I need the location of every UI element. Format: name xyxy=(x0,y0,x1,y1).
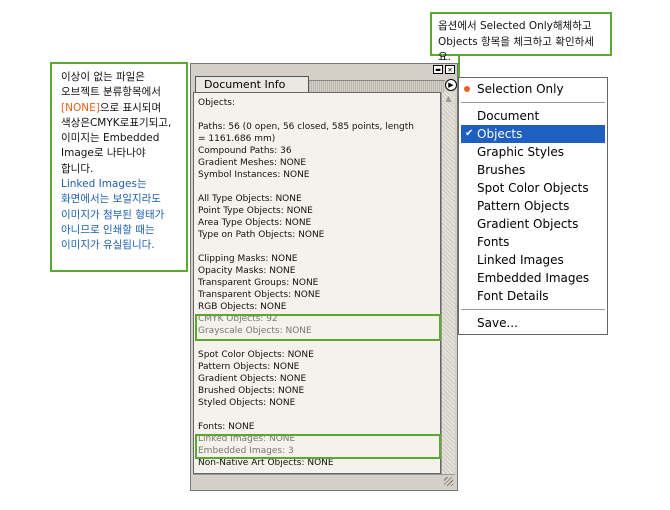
info-line: Compound Paths: 36 xyxy=(198,146,292,156)
note-line: 옵션에서 Selected Only해체하고 xyxy=(438,20,592,32)
menu-item-label: Brushes xyxy=(477,163,526,177)
menu-item-fonts[interactable]: Fonts xyxy=(459,233,607,251)
info-line: Objects: xyxy=(198,98,236,108)
menu-item-embedded-images[interactable]: Embedded Images xyxy=(459,269,607,287)
info-line: Gradient Objects: NONE xyxy=(198,374,307,384)
note-text: 으로 표시되며 xyxy=(99,101,162,114)
document-info-content: Objects: Paths: 56 (0 open, 56 closed, 58… xyxy=(193,92,441,474)
menu-item-label: Embedded Images xyxy=(477,271,590,285)
info-line xyxy=(198,409,440,421)
info-line xyxy=(198,181,440,193)
menu-item-gradient-objects[interactable]: Gradient Objects xyxy=(459,215,607,233)
info-line: Clipping Masks: NONE xyxy=(198,254,298,264)
note-line: Objects 항목을 체크하고 확인하세요. xyxy=(438,35,594,64)
panel-titlebar[interactable]: ▬ ✕ xyxy=(191,64,457,75)
note-line: 아니므로 인쇄할 때는 xyxy=(61,223,155,236)
note-line: 오브젝트 분류항목에서 xyxy=(61,86,161,99)
note-line: Linked Images는 xyxy=(61,178,147,191)
info-line xyxy=(198,109,440,121)
menu-separator xyxy=(461,309,605,310)
menu-item-label: Fonts xyxy=(477,235,510,249)
menu-item-brushes[interactable]: Brushes xyxy=(459,161,607,179)
info-line: CMYK Objects: 92 xyxy=(198,314,278,324)
info-line: Symbol Instances: NONE xyxy=(198,170,310,180)
document-info-flyout-menu: Selection Only Document ✔ Objects Graphic S… xyxy=(458,77,608,335)
info-line: Brushed Objects: NONE xyxy=(198,386,305,396)
note-line: 합니다. xyxy=(61,162,94,175)
info-line: Pattern Objects: NONE xyxy=(198,362,300,372)
info-line: = 1161.686 mm) xyxy=(198,134,276,144)
menu-item-label: Pattern Objects xyxy=(477,199,570,213)
annotation-note-left: 이상이 없는 파일은 오브젝트 분류항목에서 [NONE]으로 표시되며 색상은… xyxy=(50,62,188,272)
resize-grip-icon[interactable] xyxy=(444,477,453,486)
document-info-panel: ▬ ✕ Document Info ▶ Objects: Paths: 56 (0… xyxy=(190,63,458,491)
info-line: Non-Native Art Objects: NONE xyxy=(198,458,334,468)
menu-item-label: Gradient Objects xyxy=(477,217,579,231)
menu-item-label: Objects xyxy=(477,127,523,141)
info-line: Grayscale Objects: NONE xyxy=(198,326,312,336)
info-line: Type on Path Objects: NONE xyxy=(198,230,325,240)
menu-item-document[interactable]: Document xyxy=(459,107,607,125)
menu-item-linked-images[interactable]: Linked Images xyxy=(459,251,607,269)
info-line: Styled Objects: NONE xyxy=(198,398,296,408)
menu-item-save[interactable]: Save... xyxy=(459,314,607,332)
minimize-icon[interactable]: ▬ xyxy=(433,65,443,74)
info-line xyxy=(198,337,440,349)
panel-menu-arrow-icon[interactable]: ▶ xyxy=(445,79,457,91)
menu-item-label: Font Details xyxy=(477,289,549,303)
panel-status-bar xyxy=(193,474,455,488)
tab-document-info[interactable]: Document Info xyxy=(195,76,309,92)
note-line: 이상이 없는 파일은 xyxy=(61,71,145,83)
info-line xyxy=(198,241,440,253)
info-line: Fonts: NONE xyxy=(198,422,255,432)
menu-item-label: Document xyxy=(477,109,540,123)
note-line: 색상은CMYK로표기되고, xyxy=(61,116,172,129)
close-icon[interactable]: ✕ xyxy=(445,65,455,74)
info-line: Transparent Objects: NONE xyxy=(198,290,321,300)
menu-item-font-details[interactable]: Font Details xyxy=(459,287,607,305)
note-line: 이미지는 Embedded xyxy=(61,132,160,145)
info-line: All Type Objects: NONE xyxy=(198,194,302,204)
note-line: Image로 나타나야 xyxy=(61,147,146,160)
info-line: Spot Color Objects: NONE xyxy=(198,350,314,360)
info-line: Gradient Meshes: NONE xyxy=(198,158,307,168)
scroll-up-arrow-icon[interactable]: ▲ xyxy=(442,92,455,106)
info-line: Opacity Masks: NONE xyxy=(198,266,296,276)
menu-item-graphic-styles[interactable]: Graphic Styles xyxy=(459,143,607,161)
menu-item-pattern-objects[interactable]: Pattern Objects xyxy=(459,197,607,215)
menu-item-label: Graphic Styles xyxy=(477,145,564,159)
info-line: Point Type Objects: NONE xyxy=(198,206,313,216)
info-line: Linked Images: NONE xyxy=(198,434,296,444)
menu-item-label: Spot Color Objects xyxy=(477,181,589,195)
info-line: Transparent Groups: NONE xyxy=(198,278,319,288)
annotation-note-top: 옵션에서 Selected Only해체하고 Objects 항목을 체크하고 … xyxy=(430,12,612,63)
menu-item-objects[interactable]: ✔ Objects xyxy=(461,125,605,143)
menu-item-label: Linked Images xyxy=(477,253,564,267)
radio-bullet-icon xyxy=(464,86,470,92)
info-line: Area Type Objects: NONE xyxy=(198,218,312,228)
note-line: [NONE]으로 표시되며 xyxy=(61,101,177,116)
menu-item-label: Selection Only xyxy=(477,82,564,96)
note-line: 이미지가 유실됩니다. xyxy=(61,239,155,252)
vertical-scrollbar[interactable]: ▲ xyxy=(441,92,455,474)
note-none-highlight: [NONE] xyxy=(61,101,100,114)
menu-item-spot-color-objects[interactable]: Spot Color Objects xyxy=(459,179,607,197)
note-line: 이미지가 첨부된 형태가 xyxy=(61,208,165,221)
info-line: Embedded Images: 3 xyxy=(198,446,294,456)
menu-item-selection-only[interactable]: Selection Only xyxy=(459,80,607,98)
info-line: Paths: 56 (0 open, 56 closed, 585 points… xyxy=(198,122,414,132)
checkmark-icon: ✔ xyxy=(465,128,474,139)
info-line: RGB Objects: NONE xyxy=(198,302,287,312)
menu-item-label: Save... xyxy=(477,316,518,330)
menu-separator xyxy=(461,102,605,103)
note-line: 화면에서는 보일지라도 xyxy=(61,193,161,206)
